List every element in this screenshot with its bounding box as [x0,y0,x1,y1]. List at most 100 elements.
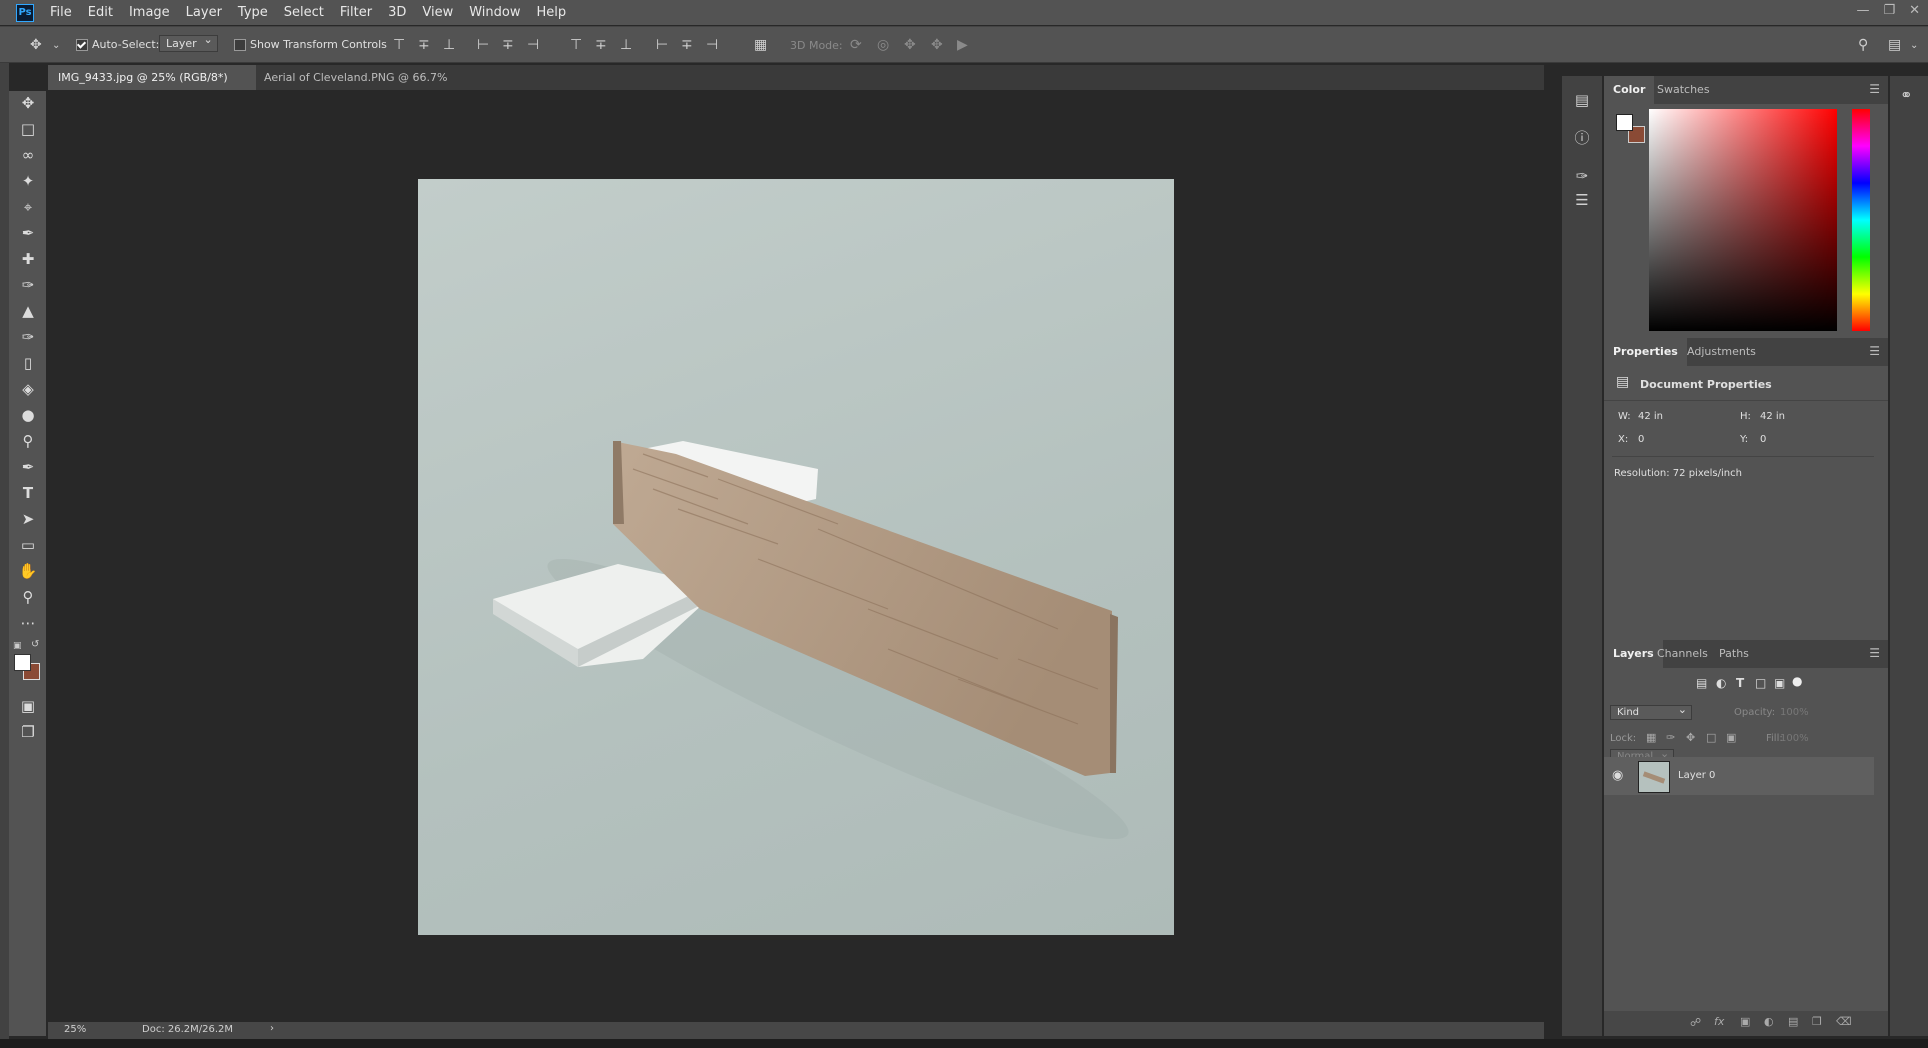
marquee-icon[interactable]: □ [18,119,38,139]
menu-3d[interactable]: 3D [380,0,414,25]
hue-slider[interactable] [1852,109,1870,331]
zoom-icon[interactable]: ⚲ [18,587,38,607]
auto-select-checkbox[interactable]: Auto-Select: [76,38,159,51]
lock-pixels-icon[interactable]: ✑ [1666,731,1675,744]
rectangle-icon[interactable]: ▭ [18,535,38,555]
history-brush-icon[interactable]: ✑ [18,327,38,347]
panel-menu-icon[interactable]: ☰ [1869,646,1880,660]
filter-shape-icon[interactable]: □ [1755,676,1766,690]
align-hcenter-icon[interactable]: ∓ [502,38,514,52]
new-group-icon[interactable]: ▤ [1788,1015,1798,1028]
brush-presets-icon[interactable]: ✑ [1572,166,1592,186]
hand-icon[interactable]: ✋ [18,561,38,581]
menu-image[interactable]: Image [121,0,178,25]
filter-type-icon[interactable]: T [1736,676,1744,690]
brush-icon[interactable]: ✑ [18,275,38,295]
lock-artboard-icon[interactable]: □ [1706,731,1716,744]
minimize-icon[interactable]: — [1856,3,1869,18]
3d-roll-icon[interactable]: ◎ [877,38,889,52]
filter-smart-icon[interactable]: ▣ [1774,676,1785,690]
panel-menu-icon[interactable]: ☰ [1869,82,1880,96]
distribute-left-icon[interactable]: ⊢ [656,38,668,52]
path-select-icon[interactable]: ➤ [18,509,38,529]
distribute-top-icon[interactable]: ⊤ [570,38,582,52]
fx-icon[interactable]: fx [1714,1015,1724,1028]
paint-bucket-icon[interactable]: ◈ [18,379,38,399]
width-value[interactable]: 42 in [1638,411,1663,422]
opacity-value[interactable]: 100% [1780,707,1809,718]
eye-icon[interactable]: ◉ [1612,768,1623,783]
document-canvas[interactable] [418,179,1174,935]
align-top-icon[interactable]: ⊤ [393,38,405,52]
height-value[interactable]: 42 in [1760,411,1785,422]
menu-type[interactable]: Type [230,0,276,25]
search-icon[interactable]: ⚲ [1858,38,1868,52]
eraser-icon[interactable]: ▯ [18,353,38,373]
tab-properties[interactable]: Properties [1604,338,1687,366]
add-mask-icon[interactable]: ▣ [1740,1015,1750,1028]
tab-img-9433[interactable]: IMG_9433.jpg @ 25% (RGB/8*) *✕ [48,65,256,109]
align-left-icon[interactable]: ⊢ [477,38,489,52]
default-colors-icon[interactable]: ▣ [13,641,22,651]
swap-colors-icon[interactable]: ↺ [31,639,39,650]
tab-adjustments[interactable]: Adjustments [1678,338,1765,366]
tab-swatches[interactable]: Swatches [1648,76,1719,104]
menu-edit[interactable]: Edit [80,0,121,25]
auto-select-dropdown[interactable]: Layer [159,35,218,52]
filter-adjustment-icon[interactable]: ◐ [1716,676,1726,690]
3d-pan-icon[interactable]: ✥ [904,38,916,52]
menu-view[interactable]: View [414,0,461,25]
tab-color[interactable]: Color [1604,76,1655,104]
lasso-icon[interactable]: ∞ [18,145,38,165]
history-icon[interactable]: ▤ [1572,90,1592,110]
adjust-icon[interactable]: ☰ [1572,190,1592,210]
menu-filter[interactable]: Filter [332,0,380,25]
3d-orbit-icon[interactable]: ⟳ [850,38,862,52]
y-value[interactable]: 0 [1760,434,1766,445]
blur-icon[interactable]: ● [18,405,38,425]
foreground-color-swatch[interactable] [14,654,31,671]
lock-all-icon[interactable]: ▣ [1726,731,1736,744]
distribute-bottom-icon[interactable]: ⊥ [620,38,632,52]
new-adjustment-icon[interactable]: ◐ [1764,1015,1774,1028]
align-right-icon[interactable]: ⊣ [527,38,539,52]
tab-channels[interactable]: Channels [1648,640,1717,668]
distribute-vcenter-icon[interactable]: ∓ [595,38,607,52]
eyedropper-icon[interactable]: ✒ [18,223,38,243]
move-icon[interactable]: ✥ [18,93,38,113]
panel-menu-icon[interactable]: ☰ [1869,344,1880,358]
pen-icon[interactable]: ✒ [18,457,38,477]
quick-mask-icon[interactable]: ▣ [18,696,38,716]
color-field[interactable] [1649,109,1837,331]
zoom-level[interactable]: 25% [64,1024,86,1035]
menu-file[interactable]: File [42,0,80,25]
layer-kind-filter[interactable]: Kind [1610,703,1692,720]
lock-position-icon[interactable]: ✥ [1686,731,1695,744]
more-tools-icon[interactable]: ⋯ [18,613,38,633]
tab-paths[interactable]: Paths [1710,640,1758,668]
auto-align-icon[interactable]: ▦ [754,38,767,52]
lock-transparent-icon[interactable]: ▦ [1646,731,1656,744]
menu-layer[interactable]: Layer [178,0,230,25]
show-transform-checkbox[interactable]: Show Transform Controls [234,38,387,51]
status-arrow-icon[interactable]: › [270,1023,274,1034]
fill-value[interactable]: 100% [1780,733,1809,744]
3d-scale-icon[interactable]: ▶ [957,38,968,52]
menu-help[interactable]: Help [529,0,575,25]
crop-icon[interactable]: ⌖ [18,197,38,217]
new-layer-icon[interactable]: ❐ [1812,1015,1822,1028]
align-bottom-icon[interactable]: ⊥ [443,38,455,52]
workspace-icon[interactable]: ▤ [1888,38,1901,52]
3d-slide-icon[interactable]: ✥ [931,38,943,52]
close-icon[interactable]: ✕ [1909,3,1920,18]
healing-brush-icon[interactable]: ✚ [18,249,38,269]
tab-aerial-cleveland[interactable]: Aerial of Cleveland.PNG @ 66.7% (RGB/8)✕ [254,65,522,109]
layer-row[interactable]: ◉ Layer 0 [1604,757,1874,795]
layer-name[interactable]: Layer 0 [1678,770,1715,781]
move-tool-preset-icon[interactable]: ✥ [30,38,42,52]
magic-wand-icon[interactable]: ✦ [18,171,38,191]
restore-icon[interactable]: ❐ [1883,3,1895,18]
workspace-chevron-icon[interactable]: ⌄ [1910,39,1918,53]
libraries-icon[interactable]: ⚭ [1900,86,1913,104]
filter-toggle-icon[interactable]: ● [1792,674,1802,688]
